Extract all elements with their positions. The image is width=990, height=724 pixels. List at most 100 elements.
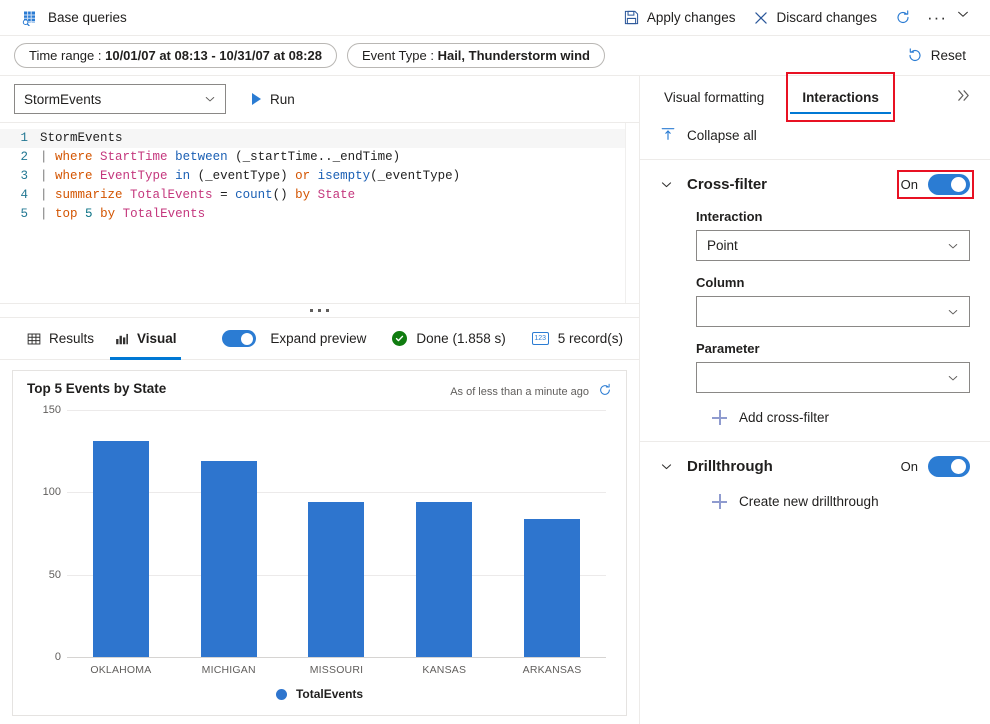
collapse-all-label: Collapse all	[687, 128, 757, 143]
query-status-label: Done (1.858 s)	[416, 331, 506, 346]
run-label: Run	[270, 91, 295, 107]
x-axis-labels: OKLAHOMA MICHIGAN MISSOURI KANSAS ARKANSAS	[67, 664, 606, 676]
create-new-drillthrough-button[interactable]: Create new drillthrough	[660, 494, 970, 509]
tab-interactions-label: Interactions	[802, 89, 879, 105]
number-badge-icon: 123	[531, 332, 549, 345]
run-button[interactable]: Run	[244, 88, 303, 111]
field-column: Column	[660, 275, 970, 327]
cross-filter-toggle-group[interactable]: On	[896, 170, 975, 199]
section-title: Cross-filter	[687, 176, 768, 193]
more-options-button[interactable]: ···	[920, 7, 954, 28]
undo-icon	[907, 48, 923, 64]
chevron-down-icon	[947, 240, 959, 252]
toggle-knob	[241, 332, 254, 345]
table-icon	[26, 331, 41, 346]
bar[interactable]	[416, 502, 473, 657]
chart-plot: 150 100 50 0 OKLAHOMA MICHIGAN MISSOURI KANSAS A…	[27, 404, 612, 679]
tab-visual[interactable]: Visual	[104, 318, 187, 360]
editor-scrollbar[interactable]	[625, 123, 639, 303]
discard-changes-label: Discard changes	[776, 10, 878, 25]
tab-interactions[interactable]: Interactions	[786, 72, 895, 122]
filter-pill-time-range[interactable]: Time range : 10/01/07 at 08:13 - 10/31/0…	[14, 43, 337, 68]
query-source-select[interactable]: StormEvents	[14, 84, 226, 114]
filter-pill-value: 10/01/07 at 08:13 - 10/31/07 at 08:28	[105, 48, 322, 63]
section-header[interactable]: Cross-filter On	[660, 170, 975, 199]
filter-bar: Time range : 10/01/07 at 08:13 - 10/31/0…	[0, 36, 990, 76]
record-count-label: 5 record(s)	[557, 331, 623, 346]
chevron-down-icon	[947, 372, 959, 384]
section-title: Drillthrough	[687, 458, 773, 475]
refresh-button[interactable]	[886, 6, 920, 30]
chevron-down-icon[interactable]	[660, 178, 673, 191]
line-number: 4	[20, 188, 28, 202]
reset-button[interactable]: Reset	[899, 44, 974, 68]
code-line[interactable]: 2 | where StartTime between (_startTime..…	[0, 148, 639, 167]
cross-filter-toggle[interactable]	[928, 174, 970, 195]
field-parameter: Parameter	[660, 341, 970, 393]
y-axis-tick-label: 0	[54, 651, 61, 663]
chart-asof-label: As of less than a minute ago	[450, 385, 589, 398]
query-code[interactable]: 1 StormEvents 2 | where StartTime between (…	[0, 123, 639, 224]
legend-color-swatch	[275, 688, 287, 700]
plus-icon	[712, 494, 727, 509]
x-axis-tick-label: KANSAS	[422, 664, 467, 676]
field-column-label: Column	[696, 275, 745, 290]
pane-splitter[interactable]	[0, 304, 639, 318]
query-pane: StormEvents Run 1 StormEvents 2 | where Sta…	[0, 76, 640, 724]
code-line[interactable]: 3 | where EventType in (_eventType) or is…	[0, 167, 639, 186]
bar-column[interactable]	[393, 410, 495, 657]
chart-bars	[67, 410, 606, 657]
discard-changes-button[interactable]: Discard changes	[744, 6, 886, 30]
refresh-icon	[895, 10, 911, 26]
filter-pill-event-type[interactable]: Event Type : Hail, Thunderstorm wind	[346, 43, 605, 68]
chevron-down-icon[interactable]	[660, 460, 673, 473]
chevron-down-icon[interactable]	[954, 5, 976, 30]
bar-column[interactable]	[501, 410, 603, 657]
section-cross-filter: Cross-filter On Interaction Point Column…	[640, 159, 990, 441]
bar[interactable]	[200, 461, 257, 657]
refresh-icon[interactable]	[598, 383, 612, 400]
play-icon	[252, 93, 261, 105]
line-number: 2	[20, 150, 28, 164]
close-x-icon	[753, 10, 769, 26]
parameter-select[interactable]	[696, 362, 970, 393]
chevron-down-icon	[947, 306, 959, 318]
toggle-knob	[951, 459, 966, 474]
properties-panel: Visual formatting Interactions Collapse …	[640, 72, 990, 724]
query-editor[interactable]: 1 StormEvents 2 | where StartTime between (…	[0, 122, 639, 304]
chart-title: Top 5 Events by State	[27, 381, 167, 396]
drillthrough-toggle[interactable]	[928, 456, 970, 477]
bar-column[interactable]	[70, 410, 172, 657]
panel-sections: Cross-filter On Interaction Point Column…	[640, 159, 990, 724]
bar-column[interactable]	[285, 410, 387, 657]
bar[interactable]	[92, 441, 149, 657]
results-tab-bar: Results Visual Expand preview Done (1.85…	[0, 318, 639, 360]
splitter-handle-icon	[310, 309, 329, 312]
interaction-select[interactable]: Point	[696, 230, 970, 261]
chart-area: Top 5 Events by State As of less than a …	[0, 360, 639, 724]
section-header[interactable]: Drillthrough On	[660, 456, 970, 477]
code-line[interactable]: 5 | top 5 by TotalEvents	[0, 205, 639, 224]
column-select[interactable]	[696, 296, 970, 327]
double-chevron-right-icon[interactable]	[955, 88, 972, 107]
bar[interactable]	[308, 502, 365, 657]
drillthrough-toggle-group[interactable]: On	[901, 456, 970, 477]
apply-changes-button[interactable]: Apply changes	[615, 6, 745, 30]
bar-column[interactable]	[177, 410, 279, 657]
filter-pill-label: Time range :	[29, 48, 106, 63]
save-icon	[624, 10, 640, 26]
collapse-all-button[interactable]: Collapse all	[640, 118, 990, 159]
code-text: | top 5 by TotalEvents	[40, 207, 206, 221]
query-toolbar: StormEvents Run	[0, 76, 639, 122]
main-body: StormEvents Run 1 StormEvents 2 | where Sta…	[0, 72, 990, 724]
tab-visual-formatting[interactable]: Visual formatting	[660, 76, 768, 118]
code-line[interactable]: 4 | summarize TotalEvents = count() by St…	[0, 186, 639, 205]
add-cross-filter-button[interactable]: Add cross-filter	[660, 410, 970, 425]
line-number: 5	[20, 207, 28, 221]
code-line[interactable]: 1 StormEvents	[0, 129, 639, 148]
bar[interactable]	[524, 518, 581, 657]
tab-results[interactable]: Results	[16, 318, 104, 360]
expand-preview-toggle[interactable]	[222, 330, 257, 347]
x-axis-tick-label: OKLAHOMA	[90, 664, 152, 676]
cross-filter-toggle-label: On	[900, 177, 918, 192]
